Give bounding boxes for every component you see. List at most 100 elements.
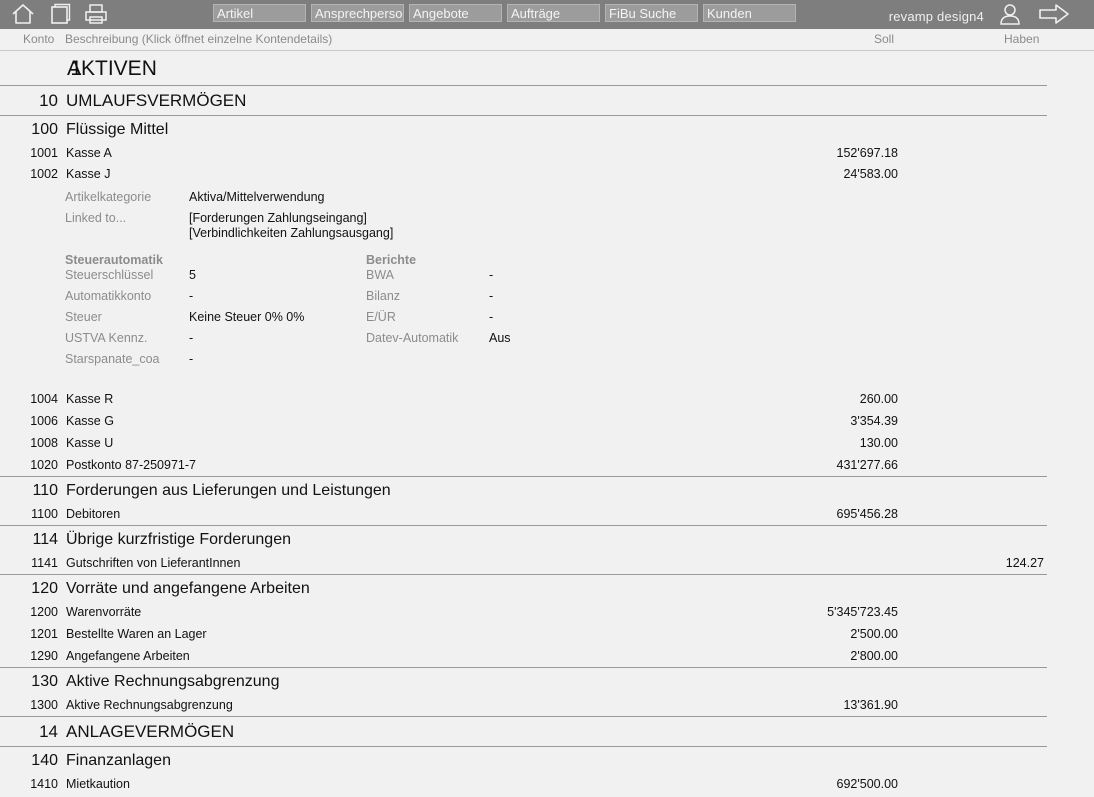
group-fluessige-mittel: 100 Flüssige Mittel xyxy=(0,121,1094,141)
col-haben[interactable]: Haben xyxy=(1004,32,1039,46)
divider xyxy=(0,667,1047,668)
detail-value-automatikkonto: - xyxy=(189,289,194,303)
tab-ansprechpersonen[interactable]: Ansprechpersonen xyxy=(311,4,404,22)
account-number: 1200 xyxy=(30,605,58,619)
detail-label-bilanz: Bilanz xyxy=(366,289,401,303)
col-beschreibung[interactable]: Beschreibung (Klick öffnet einzelne Kont… xyxy=(65,32,332,46)
account-name: Bestellte Waren an Lager xyxy=(66,627,207,641)
account-number: 1020 xyxy=(30,458,58,472)
window-icon[interactable] xyxy=(48,3,72,25)
col-soll[interactable]: Soll xyxy=(874,32,894,46)
tab-angebote[interactable]: Angebote xyxy=(409,4,502,22)
brand-label: revamp design4 xyxy=(888,9,984,24)
group-aktive-rechnungsabgrenzung: 130 Aktive Rechnungsabgrenzung xyxy=(0,673,1094,693)
account-number: 1410 xyxy=(30,777,58,791)
group-number: 114 xyxy=(32,531,58,548)
account-row-1300[interactable]: 1300 Aktive Rechnungsabgrenzung 13'361.9… xyxy=(0,698,1094,718)
detail-label-bwa: BWA xyxy=(366,268,395,282)
account-row-1001[interactable]: 1001 Kasse A 152'697.18 xyxy=(0,146,1094,166)
account-soll: 260.00 xyxy=(859,392,898,406)
account-name: Kasse J xyxy=(66,167,111,181)
account-number: 1300 xyxy=(30,698,58,712)
account-name: Warenvorräte xyxy=(66,605,142,619)
account-name: Kasse U xyxy=(66,436,114,450)
top-toolbar: Artikel Ansprechpersonen Angebote Aufträ… xyxy=(0,0,1094,29)
account-number: 1002 xyxy=(30,167,58,181)
detail-label-automatikkonto: Automatikkonto xyxy=(65,289,152,303)
account-number: 1201 xyxy=(30,627,58,641)
account-soll: 3'354.39 xyxy=(850,414,898,428)
group-number: 130 xyxy=(31,673,58,690)
account-name: Aktive Rechnungsabgrenzung xyxy=(66,698,233,712)
detail-value-steuer: Keine Steuer 0% 0% xyxy=(189,310,305,324)
group-title: Forderungen aus Lieferungen und Leistung… xyxy=(66,482,391,499)
account-row-1100[interactable]: 1100 Debitoren 695'456.28 xyxy=(0,507,1094,527)
account-name: Kasse G xyxy=(66,414,114,428)
detail-label-datev: Datev-Automatik xyxy=(366,331,459,345)
divider xyxy=(0,525,1047,526)
account-soll: 2'800.00 xyxy=(850,649,898,663)
home-icon[interactable] xyxy=(11,3,35,25)
account-row-1410[interactable]: 1410 Mietkaution 692'500.00 xyxy=(0,777,1094,797)
account-soll: 13'361.90 xyxy=(843,698,898,712)
account-row-1006[interactable]: 1006 Kasse G 3'354.39 xyxy=(0,414,1094,434)
account-name: Debitoren xyxy=(66,507,121,521)
user-icon[interactable] xyxy=(998,3,1022,25)
account-row-1141[interactable]: 1141 Gutschriften von LieferantInnen 124… xyxy=(0,556,1094,576)
detail-value-bilanz: - xyxy=(489,289,494,303)
account-name: Angefangene Arbeiten xyxy=(66,649,190,663)
linked-forderungen[interactable]: [Forderungen Zahlungseingang] xyxy=(189,211,367,225)
account-name: Mietkaution xyxy=(66,777,130,791)
group-title: Übrige kurzfristige Forderungen xyxy=(66,531,291,548)
account-number: 1008 xyxy=(30,436,58,450)
group-title: Flüssige Mittel xyxy=(66,121,169,138)
divider xyxy=(0,115,1047,116)
account-number: 1004 xyxy=(30,392,58,406)
account-number: 1290 xyxy=(30,649,58,663)
tab-kunden[interactable]: Kunden xyxy=(703,4,796,22)
account-number: 1100 xyxy=(31,507,58,521)
group-number: 120 xyxy=(31,580,58,597)
tab-auftraege[interactable]: Aufträge xyxy=(507,4,600,22)
account-row-1002[interactable]: 1002 Kasse J 24'583.00 xyxy=(0,167,1094,187)
account-name: Postkonto 87-250971-7 xyxy=(66,458,196,472)
detail-value-steuerschluessel: 5 xyxy=(189,268,196,282)
detail-value-datev: Aus xyxy=(489,331,511,345)
steuerautomatik-heading: Steuerautomatik xyxy=(65,253,163,267)
detail-label-steuer: Steuer xyxy=(65,310,102,324)
group-forderungen: 110 Forderungen aus Lieferungen und Leis… xyxy=(0,482,1094,502)
account-row-1290[interactable]: 1290 Angefangene Arbeiten 2'800.00 xyxy=(0,649,1094,669)
group-uebrige-forderungen: 114 Übrige kurzfristige Forderungen xyxy=(0,531,1094,551)
tab-artikel[interactable]: Artikel xyxy=(213,4,306,22)
col-konto[interactable]: Konto xyxy=(23,32,54,46)
group-number: 110 xyxy=(32,482,58,499)
account-row-1008[interactable]: 1008 Kasse U 130.00 xyxy=(0,436,1094,456)
account-row-1200[interactable]: 1200 Warenvorräte 5'345'723.45 xyxy=(0,605,1094,625)
detail-label-linked: Linked to... xyxy=(65,211,127,225)
linked-verbindlichkeiten[interactable]: [Verbindlichkeiten Zahlungsausgang] xyxy=(189,226,393,240)
section-aktiven: 1 AKTIVEN xyxy=(0,57,1094,85)
detail-label-ustva: USTVA Kennz. xyxy=(65,331,148,345)
account-number: 1001 xyxy=(30,146,58,160)
section-title: AKTIVEN xyxy=(67,57,157,80)
account-row-1020[interactable]: 1020 Postkonto 87-250971-7 431'277.66 xyxy=(0,458,1094,478)
tab-fibu-suche[interactable]: FiBu Suche xyxy=(605,4,698,22)
group-title: Aktive Rechnungsabgrenzung xyxy=(66,673,280,690)
account-soll: 431'277.66 xyxy=(836,458,898,472)
divider xyxy=(0,716,1047,717)
account-soll: 2'500.00 xyxy=(850,627,898,641)
section-number: 14 xyxy=(39,722,58,741)
group-finanzanlagen: 140 Finanzanlagen xyxy=(0,752,1094,772)
section-title: ANLAGEVERMÖGEN xyxy=(66,722,235,741)
group-number: 100 xyxy=(31,121,58,138)
section-title: UMLAUFSVERMÖGEN xyxy=(66,91,247,110)
account-row-1004[interactable]: 1004 Kasse R 260.00 xyxy=(0,392,1094,412)
printer-icon[interactable] xyxy=(84,3,108,25)
account-row-1201[interactable]: 1201 Bestellte Waren an Lager 2'500.00 xyxy=(0,627,1094,647)
detail-value-artikelkategorie: Aktiva/Mittelverwendung xyxy=(189,190,325,204)
logout-arrow-icon[interactable] xyxy=(1038,3,1070,25)
divider xyxy=(0,476,1047,477)
detail-value-bwa: - xyxy=(489,268,494,282)
group-title: Vorräte und angefangene Arbeiten xyxy=(66,580,310,597)
section-anlagevermoegen: 14 ANLAGEVERMÖGEN xyxy=(0,722,1094,744)
